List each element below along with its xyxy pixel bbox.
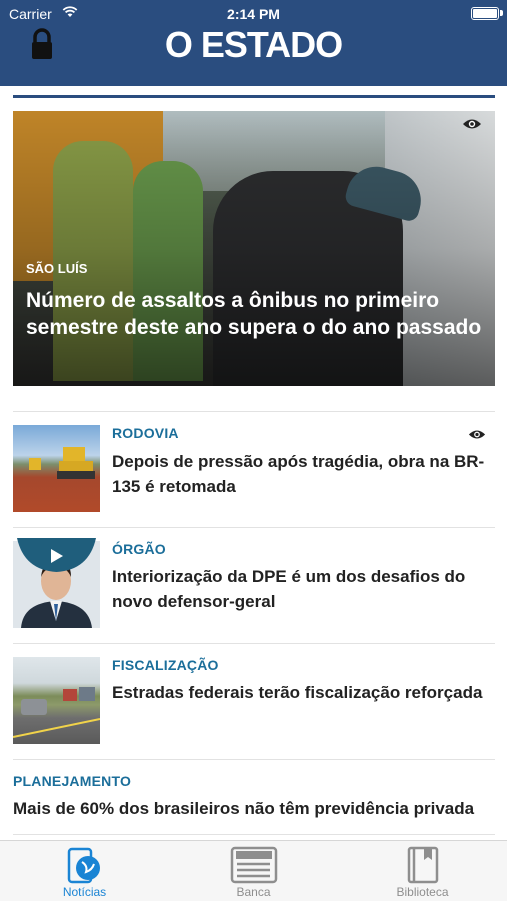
- divider: [13, 527, 495, 528]
- app-header: Carrier 2:14 PM O ESTADO: [0, 0, 507, 86]
- eye-icon: [463, 119, 481, 129]
- article-category: RODOVIA: [112, 425, 179, 441]
- app-logo: O ESTADO: [164, 24, 343, 65]
- hero-title[interactable]: Número de assaltos a ônibus no primeiro …: [26, 287, 486, 341]
- book-icon: [407, 846, 439, 884]
- hero-story[interactable]: SÃO LUÍS Número de assaltos a ônibus no …: [13, 111, 495, 386]
- header-rule: [13, 95, 495, 98]
- article-title[interactable]: Estradas federais terão fiscalização ref…: [112, 680, 495, 705]
- article-category: FISCALIZAÇÃO: [112, 657, 219, 673]
- tab-biblioteca[interactable]: Biblioteca: [338, 841, 507, 901]
- news-phone-icon: [67, 847, 100, 884]
- hero-category: SÃO LUÍS: [26, 261, 88, 276]
- newspaper-icon: [230, 846, 278, 884]
- article-title[interactable]: Mais de 60% dos brasileiros não têm prev…: [13, 796, 495, 821]
- tab-label: Banca: [236, 885, 271, 899]
- hero-overlay: [13, 111, 495, 386]
- tab-bar: Notícias Banca Biblioteca: [0, 840, 507, 901]
- article-category: ÓRGÃO: [112, 541, 166, 557]
- article-thumbnail: [13, 657, 100, 744]
- status-bar: Carrier 2:14 PM: [0, 0, 507, 26]
- article-thumbnail: [13, 425, 100, 512]
- divider: [13, 643, 495, 644]
- tab-banca[interactable]: Banca: [169, 841, 338, 901]
- tab-label: Biblioteca: [396, 885, 449, 899]
- battery-icon: [471, 7, 499, 20]
- bulldozer-image: [29, 447, 95, 479]
- article-category: PLANEJAMENTO: [13, 773, 132, 789]
- divider: [13, 834, 495, 835]
- play-video-icon[interactable]: [17, 538, 96, 574]
- status-time: 2:14 PM: [227, 6, 280, 22]
- battery-tip: [500, 10, 503, 16]
- divider: [13, 759, 495, 760]
- divider: [13, 411, 495, 412]
- tab-label: Notícias: [62, 885, 107, 899]
- article-title[interactable]: Interiorização da DPE é um dos desafios …: [112, 564, 495, 614]
- eye-icon: [468, 430, 486, 439]
- road-image: [13, 687, 100, 738]
- tab-noticias[interactable]: Notícias: [0, 841, 169, 901]
- article-title[interactable]: Depois de pressão após tragédia, obra na…: [112, 449, 495, 499]
